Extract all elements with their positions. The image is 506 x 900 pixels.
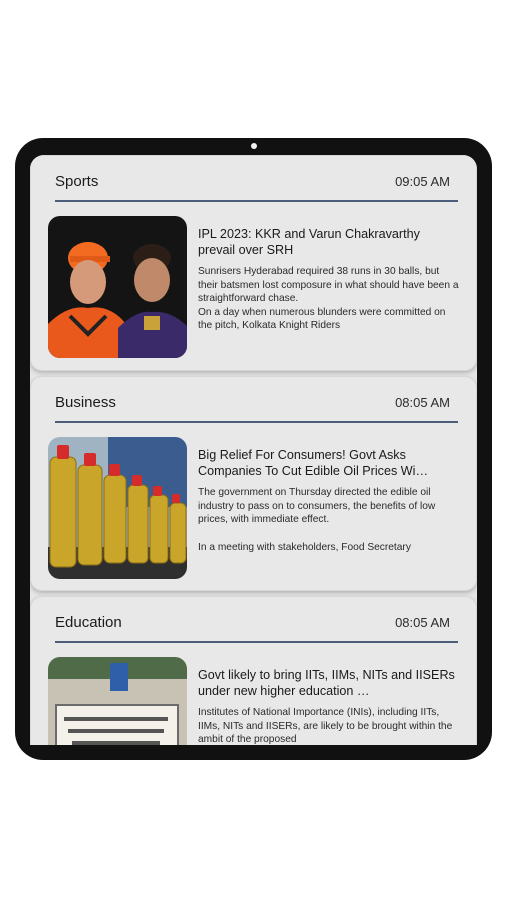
summary-paragraph: On a day when numerous blunders were com…: [198, 306, 446, 332]
summary-paragraph: In a meeting with stakeholders, Food Sec…: [198, 541, 411, 553]
summary-paragraph: Sunrisers Hyderabad required 38 runs in …: [198, 266, 459, 305]
timestamp: 09:05 AM: [395, 174, 450, 189]
category-label: Business: [55, 394, 116, 411]
news-thumbnail[interactable]: [48, 437, 187, 579]
news-thumbnail[interactable]: [48, 216, 187, 358]
news-thumbnail[interactable]: [48, 657, 187, 745]
timestamp: 08:05 AM: [395, 395, 450, 410]
headline: IPL 2023: KKR and Varun Chakravarthy pre…: [198, 227, 420, 257]
card-header: Sports 09:05 AM: [55, 166, 458, 202]
card-header: Business 08:05 AM: [55, 387, 458, 423]
front-camera: [250, 143, 257, 149]
summary: Sunrisers Hyderabad required 38 runs in …: [198, 265, 460, 333]
summary-paragraph: Institutes of National Importance (INIs)…: [198, 707, 453, 745]
news-card-education[interactable]: Education 08:05 AM Govt likely to bring …: [30, 596, 477, 745]
category-label: Sports: [55, 173, 99, 190]
summary: The government on Thursday directed the …: [198, 486, 460, 554]
news-feed-screen[interactable]: Sports 09:05 AM IPL 2023: KKR and Varun …: [30, 155, 477, 745]
headline: Big Relief For Consumers! Govt Asks Comp…: [198, 448, 429, 478]
tablet-frame: Sports 09:05 AM IPL 2023: KKR and Varun …: [15, 138, 492, 760]
headline: Govt likely to bring IITs, IIMs, NITs an…: [198, 668, 455, 698]
timestamp: 08:05 AM: [395, 615, 450, 630]
card-header: Education 08:05 AM: [55, 607, 458, 643]
summary: Institutes of National Importance (INIs)…: [198, 706, 460, 745]
category-label: Education: [55, 614, 122, 631]
summary-paragraph: The government on Thursday directed the …: [198, 487, 436, 526]
news-card-business[interactable]: Business 08:05 AM Big Relief For Consume…: [30, 376, 477, 591]
news-card-sports[interactable]: Sports 09:05 AM IPL 2023: KKR and Varun …: [30, 155, 477, 371]
